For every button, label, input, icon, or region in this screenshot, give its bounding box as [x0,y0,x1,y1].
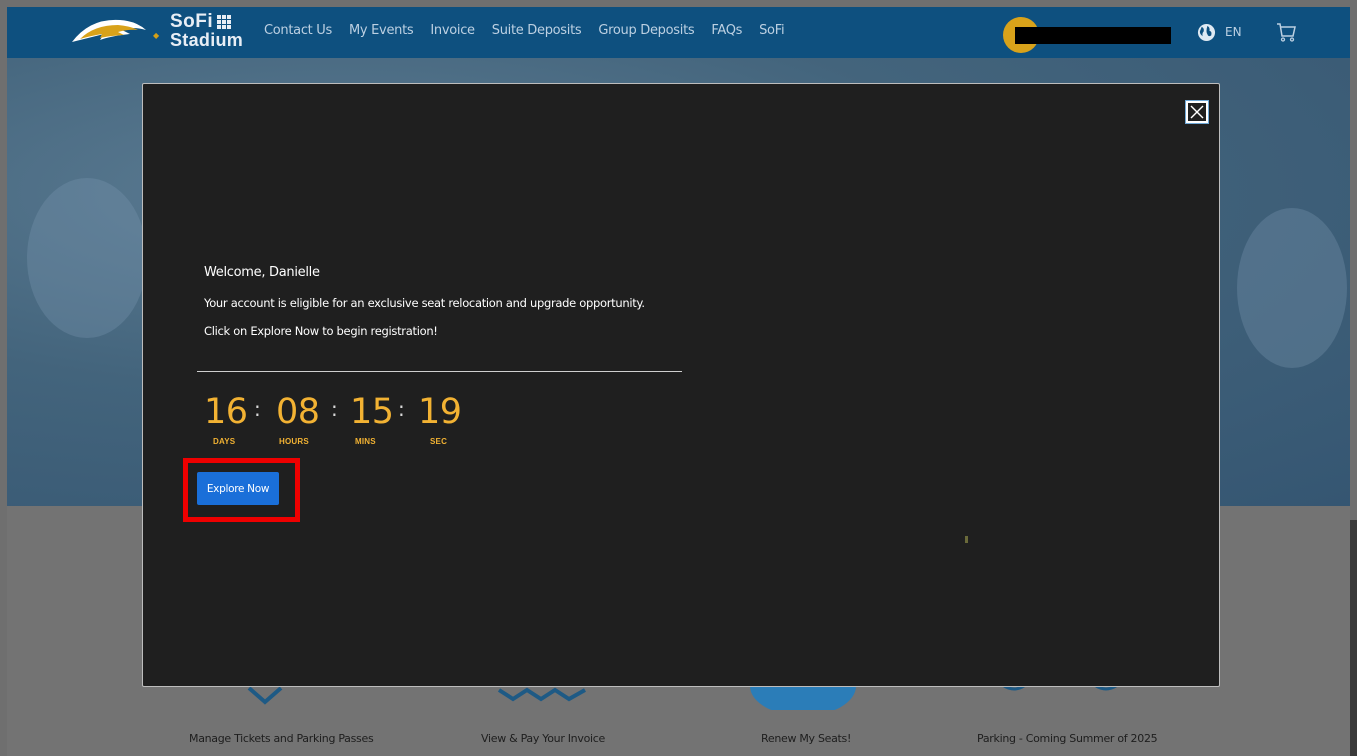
card-label-tickets[interactable]: Manage Tickets and Parking Passes [189,732,374,745]
redacted-username[interactable] [1015,27,1171,44]
chargers-bolt-logo[interactable] [70,16,148,48]
invoice-card-icon[interactable] [495,686,591,704]
site-header: ◆ SoFi Stadium Contact Us My Events Invo… [7,7,1350,58]
nav-contact-us[interactable]: Contact Us [264,23,332,38]
brand-line1: SoFi [170,11,214,32]
hero-decoration [27,178,147,338]
nav-invoice[interactable]: Invoice [430,23,475,38]
globe-icon[interactable] [1197,23,1216,42]
main-nav: Contact Us My Events Invoice Suite Depos… [264,23,801,38]
countdown-mins: 15 [350,392,394,432]
nav-faqs[interactable]: FAQs [711,23,742,38]
countdown-days: 16 [204,392,248,432]
sofi-stadium-logo[interactable]: SoFi Stadium [170,12,243,49]
countdown-mins-label: MINS [355,437,376,446]
countdown-hours-label: HOURS [279,437,309,446]
close-button[interactable] [1185,100,1209,124]
tickets-card-icon[interactable] [245,686,285,706]
countdown-separator: : [331,397,338,421]
nav-suite-deposits[interactable]: Suite Deposits [492,23,582,38]
cart-icon[interactable] [1275,21,1297,43]
hero-decoration [1237,208,1347,368]
countdown-sec: 19 [418,392,462,432]
page-scrollbar[interactable] [1350,520,1357,756]
nav-sofi[interactable]: SoFi [759,23,784,38]
eligibility-message: Your account is eligible for an exclusiv… [204,296,645,310]
card-label-parking[interactable]: Parking - Coming Summer of 2025 [977,732,1158,745]
countdown-separator: : [254,397,261,421]
background-artifact [965,536,968,543]
brand-line2: Stadium [170,30,244,50]
instruction-message: Click on Explore Now to begin registrati… [204,324,438,338]
language-selector[interactable]: EN [1225,25,1242,39]
countdown-separator: : [398,397,405,421]
explore-now-button[interactable]: Explore Now [197,472,279,505]
card-label-renew[interactable]: Renew My Seats! [761,732,851,745]
welcome-heading: Welcome, Danielle [204,265,320,280]
divider [197,371,682,372]
parking-card-icon[interactable] [1000,686,1130,696]
upgrade-modal: Welcome, Danielle Your account is eligib… [142,83,1220,687]
app-root: Manage Tickets and Parking Passes View &… [0,0,1357,756]
close-icon [1190,105,1204,119]
countdown-sec-label: SEC [430,437,448,446]
logo-dot-icon: ◆ [153,31,160,40]
sofi-grid-icon [217,14,232,29]
nav-group-deposits[interactable]: Group Deposits [598,23,694,38]
card-label-invoice[interactable]: View & Pay Your Invoice [481,732,605,745]
countdown-days-label: DAYS [213,437,236,446]
nav-my-events[interactable]: My Events [349,23,414,38]
countdown-hours: 08 [276,392,320,432]
renew-seats-card-icon[interactable] [748,686,858,710]
